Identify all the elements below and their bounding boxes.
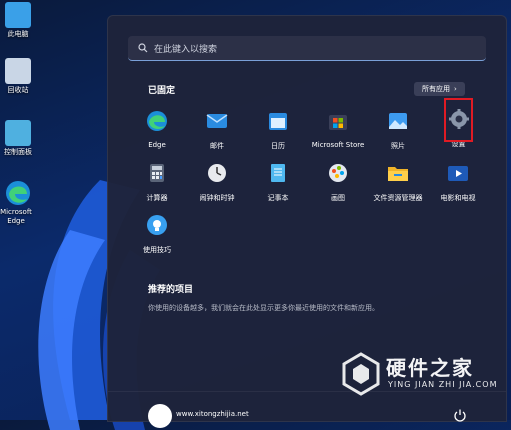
desktop-icon-recycle-bin[interactable]: 回收站 [0, 58, 36, 95]
pinned-title: 已固定 [148, 86, 176, 96]
folder-icon [388, 167, 408, 181]
desktop-icon-edge[interactable]: Microsoft Edge [0, 180, 36, 226]
pinned-app-clock[interactable]: 闹钟和时钟 [187, 162, 247, 203]
search-icon [138, 43, 148, 53]
recommended-title: 推荐的项目 [148, 285, 194, 295]
pinned-app-tips[interactable]: 使用技巧 [127, 214, 187, 255]
recycle-bin-icon [5, 58, 31, 84]
edge-icon [6, 181, 30, 205]
search-placeholder: 在此键入以搜索 [154, 44, 218, 55]
avatar[interactable] [148, 404, 172, 428]
search-input[interactable]: 在此键入以搜索 [128, 36, 486, 61]
pinned-app-label: 设置 [451, 140, 466, 148]
pinned-app-label: Edge [148, 141, 166, 149]
settings-icon [448, 109, 469, 129]
pinned-app-settings[interactable]: 设置 [444, 98, 473, 148]
pinned-app-calculator[interactable]: 计算器 [127, 162, 187, 203]
mail-icon [206, 114, 228, 128]
pinned-app-photos[interactable]: 照片 [368, 110, 428, 151]
all-apps-label: 所有应用 [422, 85, 450, 93]
chevron-right-icon: › [454, 85, 457, 93]
photos-icon [389, 113, 407, 129]
user-name[interactable]: www.xitongzhijia.net [176, 410, 249, 418]
pinned-app-label: 使用技巧 [143, 246, 171, 254]
watermark-logo-icon [342, 352, 380, 396]
clock-icon [208, 164, 226, 182]
notepad-icon [271, 164, 285, 182]
desktop-icon-label: Microsoft Edge [0, 208, 32, 225]
pinned-app-label: 电影和电视 [440, 194, 476, 202]
edge-icon [147, 111, 167, 131]
recommended-empty-text: 你使用的设备越多，我们就会在此处显示更多你最近使用的文件和新应用。 [148, 304, 379, 312]
calculator-icon [150, 164, 164, 182]
pinned-app-label: Microsoft Store [311, 141, 365, 149]
pinned-app-label: 闹钟和时钟 [199, 194, 235, 202]
watermark-subtitle: YING JIAN ZHI JIA.COM [388, 380, 498, 389]
pinned-app-file-explorer[interactable]: 文件资源管理器 [368, 162, 428, 203]
pinned-app-notepad[interactable]: 记事本 [248, 162, 308, 203]
desktop-icon-this-pc[interactable]: 此电脑 [0, 2, 36, 39]
desktop-icon-label: 控制面板 [4, 148, 32, 156]
pinned-app-label: 文件资源管理器 [373, 194, 423, 202]
control-panel-icon [5, 120, 31, 146]
pinned-app-label: 照片 [391, 142, 405, 150]
pinned-app-calendar[interactable]: 日历 [248, 110, 308, 151]
calendar-icon [269, 113, 287, 130]
pinned-app-store[interactable]: Microsoft Store [308, 110, 368, 149]
watermark: 硬件之家 YING JIAN ZHI JIA.COM [342, 350, 511, 400]
watermark-title: 硬件之家 [386, 356, 474, 380]
pinned-app-label: 日历 [271, 142, 285, 150]
pinned-app-label: 邮件 [210, 142, 224, 150]
store-icon [329, 115, 347, 130]
desktop-icon-label: 回收站 [7, 86, 29, 94]
paint-icon [329, 164, 347, 182]
pinned-app-edge[interactable]: Edge [127, 110, 187, 149]
pinned-app-label: 记事本 [267, 194, 289, 202]
pinned-app-movies[interactable]: 电影和电视 [428, 162, 488, 203]
desktop-icon-control-panel[interactable]: 控制面板 [0, 120, 36, 157]
tips-icon [147, 215, 167, 235]
computer-icon [5, 2, 31, 28]
pinned-app-mail[interactable]: 邮件 [187, 110, 247, 151]
movies-icon [448, 166, 468, 181]
pinned-app-label: 计算器 [146, 194, 168, 202]
pinned-app-paint[interactable]: 画图 [308, 162, 368, 203]
pinned-app-label: 画图 [331, 194, 345, 202]
desktop-icon-label: 此电脑 [7, 30, 29, 38]
all-apps-button[interactable]: 所有应用 › [414, 82, 465, 96]
